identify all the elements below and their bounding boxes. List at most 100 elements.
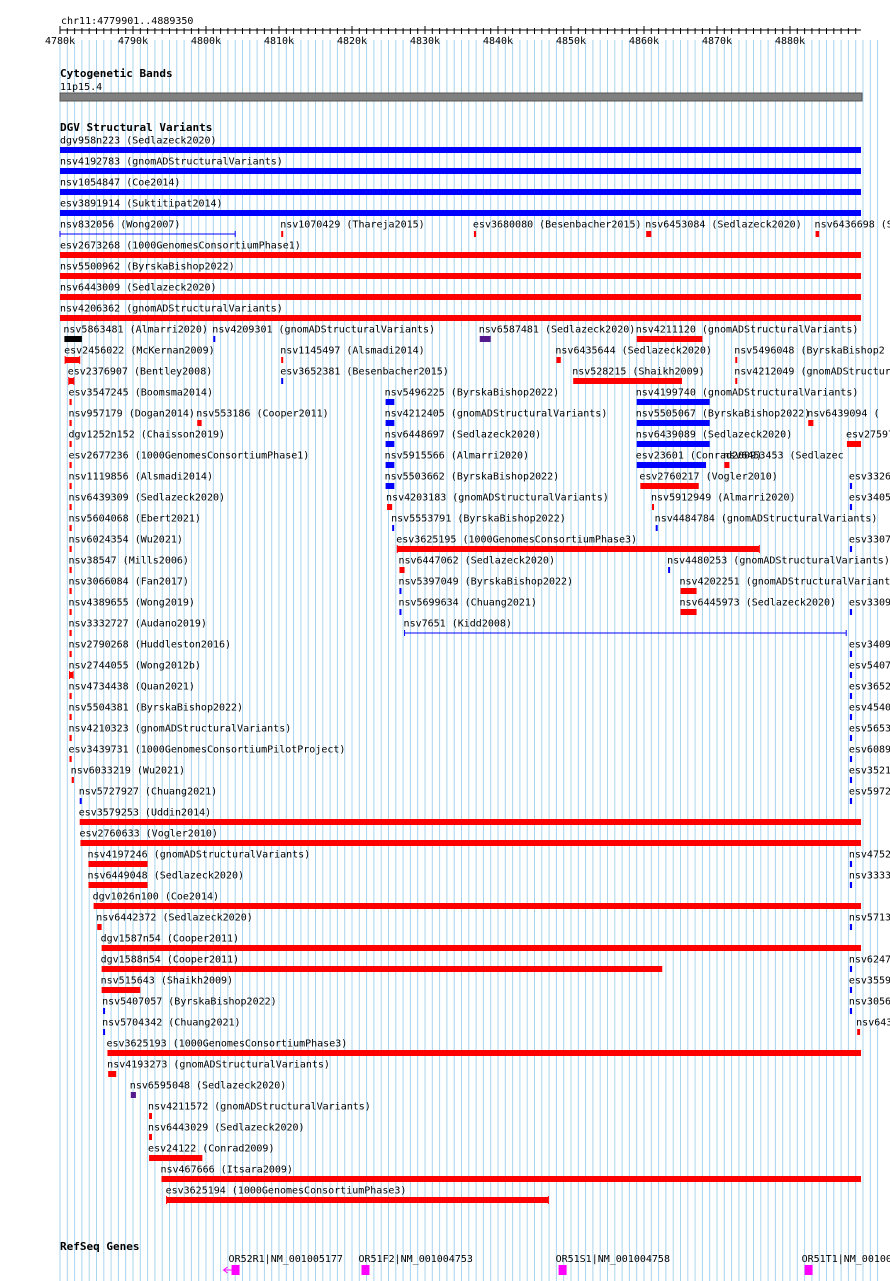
ruler-tick-label: 4790k xyxy=(118,36,148,47)
sv-bar xyxy=(573,378,682,384)
sv-feature[interactable]: nsv33333 xyxy=(849,871,890,889)
sv-feature[interactable]: esv2677236 (1000GenomesConsortiumPhase1) xyxy=(68,451,309,469)
sv-feature[interactable]: nsv6439309 (Sedlazeck2020) xyxy=(68,493,225,511)
sv-feature[interactable]: esv33264 xyxy=(849,472,890,490)
sv-feature[interactable]: nsv6595048 (Sedlazeck2020) xyxy=(130,1081,287,1099)
sv-feature[interactable]: nsv5496048 (ByrskaBishop2 xyxy=(734,346,885,364)
sv-feature[interactable]: nsv6438 xyxy=(856,1018,890,1036)
sv-feature[interactable]: nsv4209301 (gnomADStructuralVariants) xyxy=(212,325,435,343)
sv-feature[interactable]: nsv57136 xyxy=(849,913,890,931)
sv-feature[interactable]: dgv1252n152 (Chaisson2019) xyxy=(68,430,225,448)
sv-feature[interactable]: nsv6435644 (Sedlazeck2020) xyxy=(555,346,712,364)
sv-feature[interactable]: nsv4389655 (Wong2019) xyxy=(68,598,195,616)
sv-feature[interactable]: nsv6443009 (Sedlazeck2020) xyxy=(60,283,861,301)
sv-feature[interactable]: esv275979 xyxy=(846,430,890,448)
sv-feature[interactable]: nsv5704342 (Chuang2021) xyxy=(102,1018,241,1036)
sv-feature[interactable]: esv60897 xyxy=(849,745,890,763)
sv-feature[interactable]: nsv5604068 (Ebert2021) xyxy=(68,514,201,532)
sv-label: nsv1119856 (Alsmadi2014) xyxy=(68,472,213,483)
sv-feature[interactable]: esv3891914 (Suktitipat2014) xyxy=(60,199,861,217)
sv-feature[interactable]: nsv62477 xyxy=(849,955,890,973)
sv-feature[interactable]: nsv6443029 (Sedlazeck2020) xyxy=(148,1123,305,1141)
sv-feature[interactable]: nsv4734438 (Quan2021) xyxy=(68,682,195,700)
sv-feature[interactable]: nsv5500962 (ByrskaBishop2022) xyxy=(60,262,861,280)
sv-feature[interactable]: esv45405 xyxy=(849,703,890,721)
sv-feature[interactable]: esv2760217 (Vogler2010) xyxy=(639,472,778,490)
sv-feature[interactable]: nsv467666 (Itsara2009) xyxy=(160,1165,862,1183)
sv-feature[interactable]: dgv958n223 (Sedlazeck2020) xyxy=(60,136,861,154)
cytoband-bar[interactable] xyxy=(59,92,863,102)
sv-bar xyxy=(655,525,658,531)
sv-feature[interactable]: nsv30566 xyxy=(849,997,890,1015)
sv-feature[interactable]: nsv4202251 (gnomADStructuralVariants xyxy=(680,577,890,595)
sv-feature[interactable]: nsv6439089 (Sedlazeck2020) xyxy=(636,430,793,448)
sv-label: esv60897 xyxy=(849,745,890,756)
sv-feature[interactable]: nsv4192783 (gnomADStructuralVariants) xyxy=(60,157,861,175)
sv-feature[interactable]: esv24122 (Conrad2009) xyxy=(148,1144,274,1162)
sv-feature[interactable]: nsv2790268 (Huddleston2016) xyxy=(68,640,231,658)
sv-feature[interactable]: nsv528215 (Shaikh2009) xyxy=(572,367,705,385)
sv-feature[interactable]: esv59727 xyxy=(849,787,890,805)
sv-feature[interactable]: esv2760633 (Vogler2010) xyxy=(79,829,861,847)
sv-feature[interactable]: nsv5699634 (Chuang2021) xyxy=(398,598,537,616)
sv-feature[interactable]: nsv3066084 (Fan2017) xyxy=(68,577,189,595)
sv-feature[interactable]: esv56533 xyxy=(849,724,890,742)
sv-feature[interactable]: nsv4199740 (gnomADStructuralVariants) xyxy=(636,388,859,406)
sv-feature[interactable]: nsv47528 xyxy=(849,850,890,868)
sv-bar xyxy=(69,630,72,636)
sv-feature[interactable]: nsv4206362 (gnomADStructuralVariants) xyxy=(60,304,861,322)
sv-feature[interactable]: nsv832056 (Wong2007) xyxy=(59,220,236,238)
sv-feature[interactable]: esv2456022 (McKernan2009) xyxy=(64,346,215,365)
sv-feature[interactable]: nsv6439094 ( xyxy=(807,409,880,427)
sv-feature[interactable]: nsv4211120 (gnomADStructuralVariants) xyxy=(636,325,859,343)
sv-feature[interactable]: nsv6445973 (Sedlazeck2020) xyxy=(680,598,837,616)
sv-feature[interactable]: nsv2744055 (Wong2012b) xyxy=(68,661,201,680)
sv-feature[interactable]: nsv6453453 (Sedlazec xyxy=(723,451,844,469)
sv-feature[interactable]: dgv1587n54 (Cooper2011) xyxy=(101,934,862,952)
sv-feature[interactable]: esv3652381 (Besenbacher2015) xyxy=(280,367,449,385)
sv-feature[interactable]: nsv7651 (Kidd2008) xyxy=(404,619,847,637)
sv-feature[interactable]: esv35211 xyxy=(849,766,890,784)
refseq-gene[interactable]: OR51S1|NM_001004758 xyxy=(556,1254,670,1275)
sv-feature[interactable]: nsv5407057 (ByrskaBishop2022) xyxy=(102,997,277,1015)
refseq-gene[interactable]: OR51F2|NM_001004753 xyxy=(358,1254,473,1275)
sv-feature[interactable]: nsv4210323 (gnomADStructuralVariants) xyxy=(68,724,291,742)
sv-feature[interactable]: nsv6033219 (Wu2021) xyxy=(71,766,185,784)
sv-feature[interactable]: esv3579253 (Uddin2014) xyxy=(79,808,861,826)
sv-feature[interactable]: nsv957179 (Dogan2014) xyxy=(68,409,195,427)
sv-bar xyxy=(69,483,72,489)
sv-feature[interactable]: nsv6448697 (Sedlazeck2020) xyxy=(385,430,542,448)
sv-feature[interactable]: nsv1054847 (Coe2014) xyxy=(60,178,861,196)
sv-feature[interactable]: nsv6453084 (Sedlazeck2020) xyxy=(645,220,802,238)
sv-feature[interactable]: esv33094 xyxy=(849,598,890,616)
sv-feature[interactable]: esv3625195 (1000GenomesConsortiumPhase3) xyxy=(396,535,760,554)
sv-feature[interactable]: nsv38547 (Mills2006) xyxy=(68,556,189,574)
sv-feature[interactable]: esv33076 xyxy=(849,535,890,553)
sv-feature[interactable]: esv34052 xyxy=(849,493,890,511)
sv-feature[interactable]: esv54079 xyxy=(849,661,890,679)
sv-feature[interactable]: nsv5915566 (Almarri2020) xyxy=(385,451,529,469)
sv-feature[interactable]: esv36523 xyxy=(849,682,890,700)
sv-label: nsv5496048 (ByrskaBishop2 xyxy=(734,346,885,357)
sv-bar xyxy=(60,147,861,153)
sv-feature[interactable]: nsv6436698 (S xyxy=(815,220,890,238)
sv-feature[interactable]: nsv4203183 (gnomADStructuralVariants) xyxy=(386,493,609,511)
sv-feature[interactable]: esv34093 xyxy=(849,640,890,658)
refseq-gene[interactable]: OR52R1|NM_001005177 xyxy=(222,1254,343,1275)
sv-feature[interactable]: nsv4480253 (gnomADStructuralVariants) xyxy=(667,556,890,574)
sv-feature[interactable]: esv2673268 (1000GenomesConsortiumPhase1) xyxy=(60,241,861,259)
sv-feature[interactable]: nsv5863481 (Almarri2020) xyxy=(63,325,208,343)
sv-feature[interactable]: nsv5505067 (ByrskaBishop2022) xyxy=(636,409,811,427)
sv-label: nsv2790268 (Huddleston2016) xyxy=(68,640,231,651)
sv-bar xyxy=(80,840,861,846)
sv-bar xyxy=(71,777,74,783)
sv-feature[interactable]: nsv553186 (Cooper2011) xyxy=(196,409,329,427)
sv-label: esv3547245 (Boomsma2014) xyxy=(68,388,213,399)
sv-feature[interactable]: nsv6442372 (Sedlazeck2020) xyxy=(96,913,253,931)
refseq-gene[interactable]: OR51T1|NM_00100 xyxy=(802,1254,890,1275)
sv-feature[interactable]: nsv6447062 (Sedlazeck2020) xyxy=(398,556,555,574)
sv-feature[interactable]: nsv6587481 (Sedlazeck2020) xyxy=(479,325,636,343)
sv-feature[interactable]: esv35595 xyxy=(849,976,890,994)
sv-feature[interactable]: esv3439731 (1000GenomesConsortiumPilotPr… xyxy=(68,745,345,763)
sv-feature[interactable]: nsv5504381 (ByrskaBishop2022) xyxy=(68,703,243,721)
